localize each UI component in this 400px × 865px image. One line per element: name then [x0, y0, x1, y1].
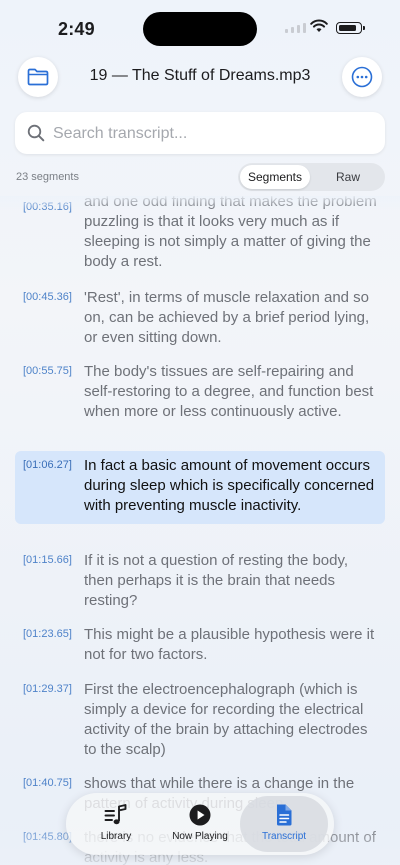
transcript-segment[interactable]: [00:35.16] and one odd finding that make… [15, 196, 385, 276]
segment-timestamp[interactable]: [01:23.65] [23, 628, 72, 640]
segment-text: 'Rest', in terms of muscle relaxation an… [84, 289, 370, 346]
transcript-segment[interactable]: [01:23.65] This might be a plausible hyp… [15, 621, 385, 669]
segment-text: In fact a basic amount of movement occur… [84, 457, 375, 514]
music-note-list-icon [104, 804, 127, 825]
files-button[interactable] [18, 57, 58, 97]
transcript-segment[interactable]: [01:29.37] First the electroencephalogra… [15, 676, 385, 764]
segment-timestamp[interactable]: [01:06.27] [23, 459, 72, 471]
transcript-segment[interactable]: [00:55.75] The body's tissues are self-r… [15, 358, 385, 426]
play-circle-icon [189, 804, 211, 826]
transcript-segment-active[interactable]: [01:06.27] In fact a basic amount of mov… [15, 451, 385, 524]
search-bar[interactable] [15, 112, 385, 156]
tab-label: Transcript [261, 831, 307, 842]
battery-icon [336, 22, 365, 34]
tab-now-playing[interactable]: Now Playing [156, 796, 244, 852]
tab-label: Library [100, 831, 132, 842]
segment-text: First the electroencephalograph (which i… [84, 681, 368, 758]
view-mode-picker[interactable]: Segments Raw [238, 163, 385, 191]
segment-count: 23 segments [16, 171, 79, 183]
tab-library[interactable]: Library [72, 796, 160, 852]
tab-label: Now Playing [172, 831, 228, 842]
transcript-segment[interactable]: [01:15.66] If it is not a question of re… [15, 547, 385, 615]
ellipsis-circle-icon [351, 66, 373, 88]
segment-timestamp[interactable]: [01:40.75] [23, 777, 72, 789]
segment-text: and one odd finding that makes the probl… [84, 196, 377, 270]
segment-timestamp[interactable]: [01:29.37] [23, 683, 72, 695]
segment-timestamp[interactable]: [00:55.75] [23, 365, 72, 377]
segment-timestamp[interactable]: [00:35.16] [23, 201, 72, 213]
segment-timestamp[interactable]: [01:15.66] [23, 554, 72, 566]
wifi-icon [310, 19, 328, 32]
segments-mode-option[interactable]: Segments [240, 165, 310, 189]
cellular-signal-icon [285, 23, 306, 33]
segment-timestamp[interactable]: [00:45.36] [23, 291, 72, 303]
segment-text: The body's tissues are self-repairing an… [84, 363, 374, 420]
document-icon [277, 804, 292, 826]
segment-text: This might be a plausible hypothesis wer… [84, 626, 375, 663]
dynamic-island [143, 12, 257, 46]
page-title: 19 — The Stuff of Dreams.mp3 [89, 67, 311, 84]
tab-bar: Library Now Playing Transcript [66, 793, 334, 855]
segment-text: If it is not a question of resting the b… [84, 552, 349, 609]
search-input[interactable] [51, 112, 375, 156]
tab-transcript[interactable]: Transcript [240, 796, 328, 852]
raw-mode-option[interactable]: Raw [313, 165, 383, 189]
status-bar: 2:49 [0, 0, 400, 58]
status-time: 2:49 [58, 19, 95, 39]
segment-timestamp[interactable]: [01:45.80] [23, 831, 72, 843]
search-icon [27, 124, 45, 142]
more-options-button[interactable] [342, 57, 382, 97]
transcript-segment[interactable]: [00:45.36] 'Rest', in terms of muscle re… [15, 284, 385, 352]
folder-icon [27, 68, 49, 86]
transcript-list[interactable]: [00:35.16] and one odd finding that make… [0, 196, 400, 865]
